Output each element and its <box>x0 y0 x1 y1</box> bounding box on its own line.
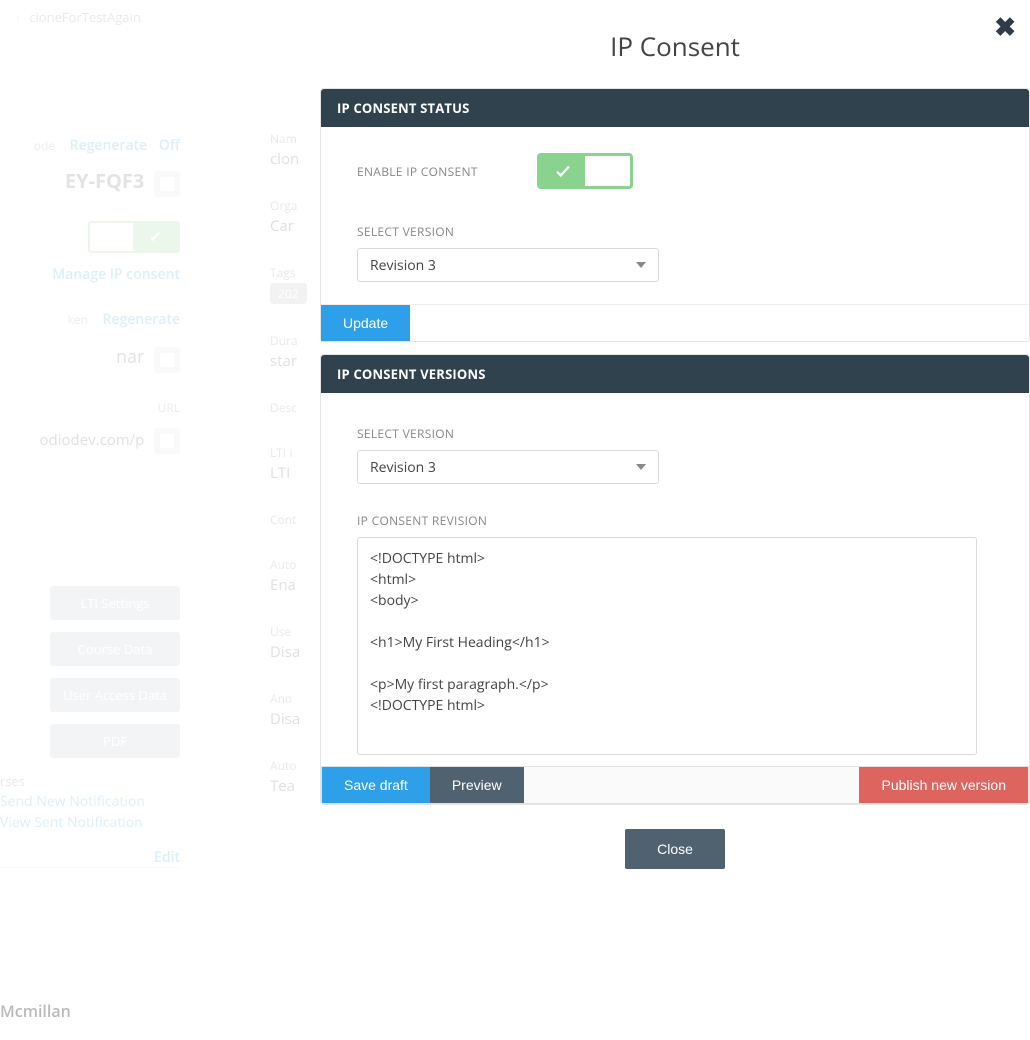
panel-ip-consent-versions: IP CONSENT VERSIONS SELECT VERSION Revis… <box>320 354 1030 805</box>
action-bar-spacer <box>524 767 860 803</box>
footer-name: Mcmillan <box>0 1000 71 1022</box>
close-button[interactable]: Close <box>625 829 725 869</box>
modal-title: IP Consent <box>320 0 1030 88</box>
ip-consent-modal: ✖ IP Consent IP CONSENT STATUS ENABLE IP… <box>320 0 1030 910</box>
save-draft-button[interactable]: Save draft <box>322 767 430 803</box>
panel-header-versions: IP CONSENT VERSIONS <box>321 355 1029 393</box>
publish-button[interactable]: Publish new version <box>859 767 1028 803</box>
revision-label: IP CONSENT REVISION <box>357 512 993 529</box>
chevron-down-icon <box>636 262 646 268</box>
chevron-down-icon <box>636 464 646 470</box>
select-version-status[interactable]: Revision 3 <box>357 248 659 282</box>
select-version-value: Revision 3 <box>370 256 436 275</box>
panel-ip-consent-status: IP CONSENT STATUS ENABLE IP CONSENT SELE… <box>320 88 1030 342</box>
select-version-value-2: Revision 3 <box>370 458 436 477</box>
close-icon[interactable]: ✖ <box>994 8 1016 44</box>
preview-button[interactable]: Preview <box>430 767 524 803</box>
check-icon <box>540 156 585 186</box>
ip-consent-revision-textarea[interactable] <box>357 537 977 755</box>
select-version-label-2: SELECT VERSION <box>357 425 993 442</box>
panel-header-status: IP CONSENT STATUS <box>321 89 1029 127</box>
enable-ip-consent-toggle[interactable] <box>537 153 633 189</box>
toggle-off-side <box>585 156 630 186</box>
select-version-versions[interactable]: Revision 3 <box>357 450 659 484</box>
enable-ip-consent-label: ENABLE IP CONSENT <box>357 163 537 180</box>
select-version-label: SELECT VERSION <box>357 223 993 240</box>
update-button[interactable]: Update <box>321 305 410 341</box>
